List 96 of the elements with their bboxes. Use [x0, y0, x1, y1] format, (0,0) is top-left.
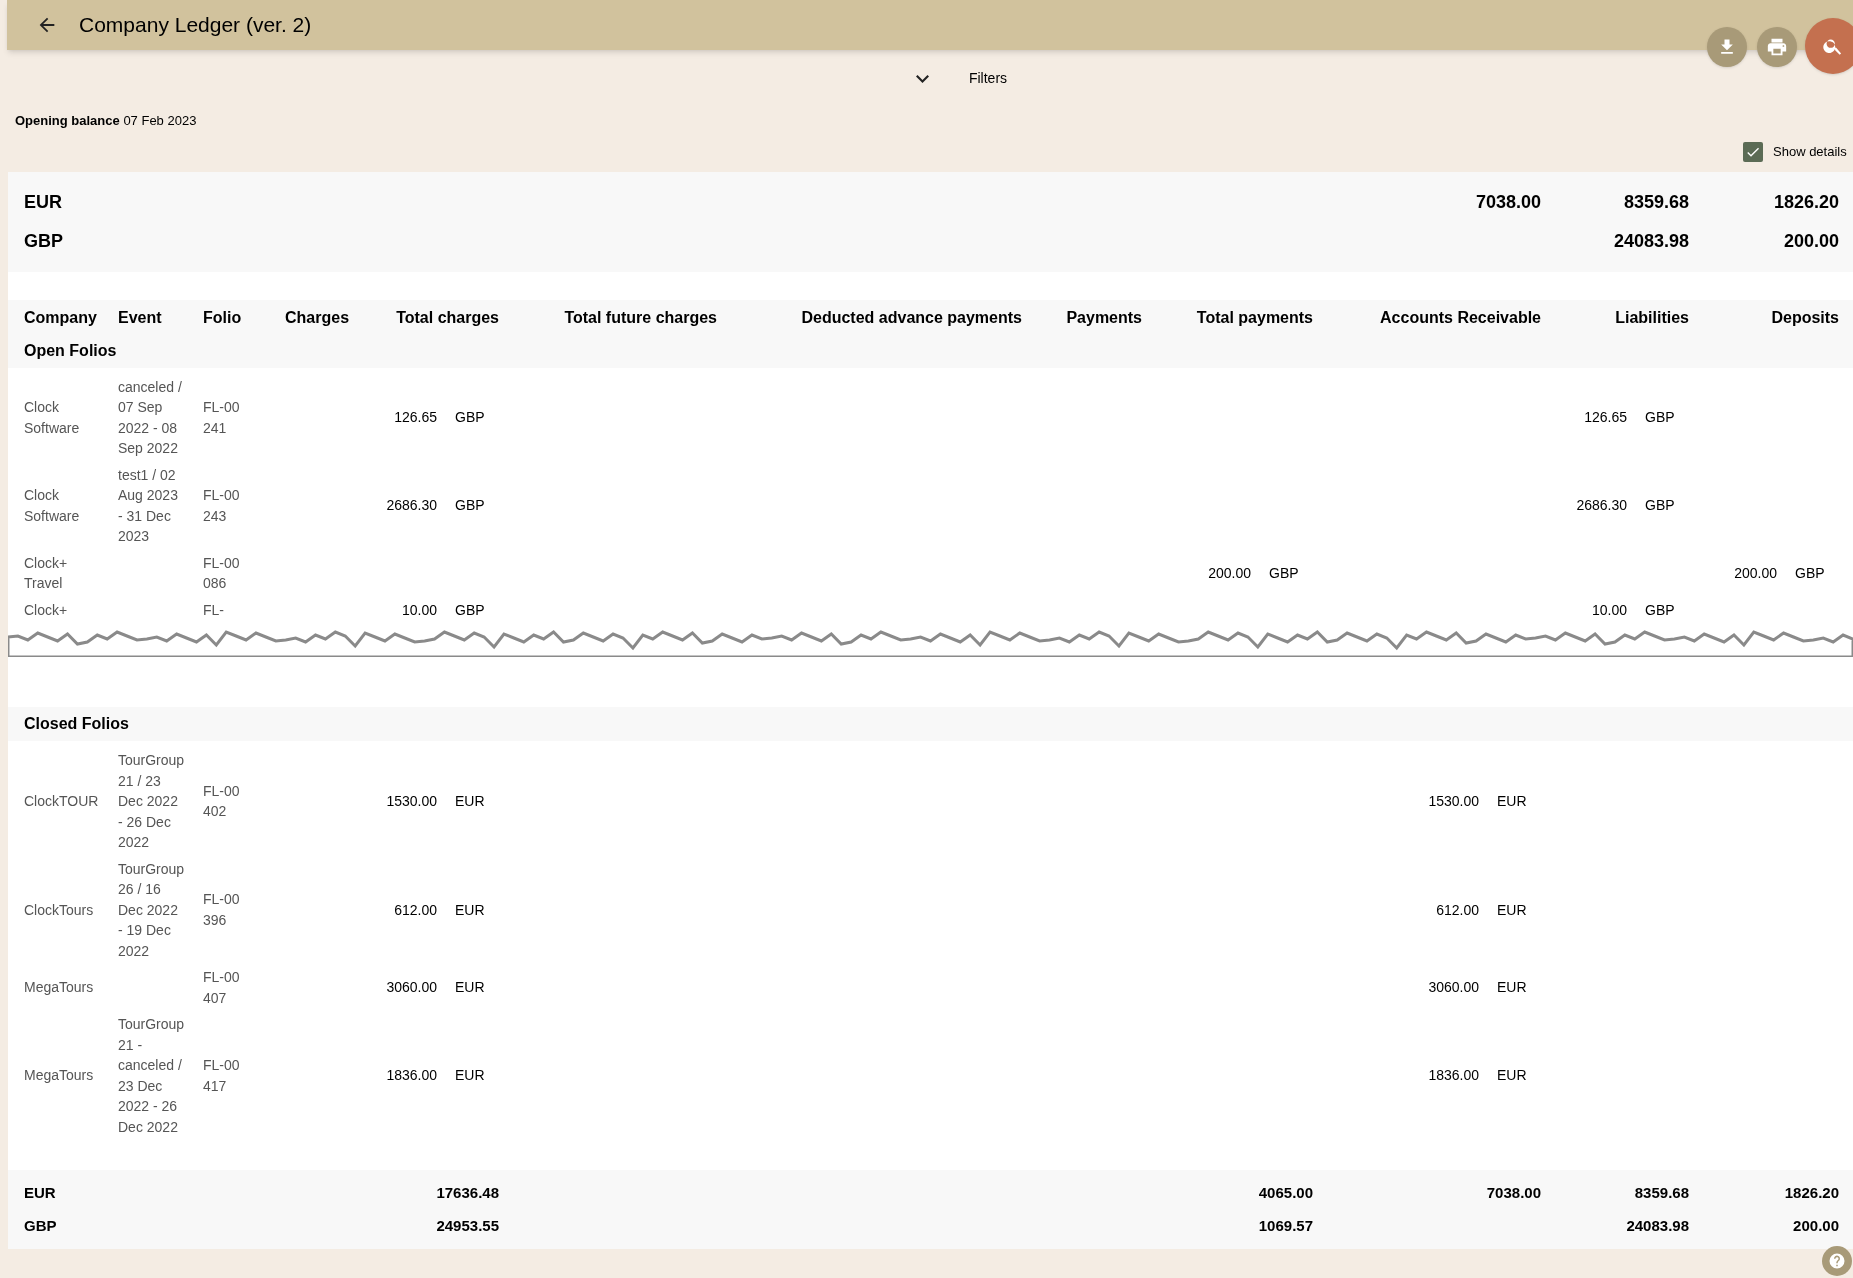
event-cell-text: TourGroup 21 / 23 Dec 2022 - 26 Dec 2022: [118, 751, 182, 852]
total-amount: 7038.00: [1486, 1184, 1541, 1201]
amount-cell-text: 200.00: [1734, 563, 1777, 583]
company-cell-text: MegaTours: [24, 1066, 95, 1086]
amount-cell-text: 126.65: [394, 408, 437, 428]
total-amount: 8359.68: [1623, 191, 1689, 212]
column-header: Event: [118, 308, 162, 326]
total-amount: 17636.48: [436, 1184, 499, 1201]
amount-cell-text: 1836.00: [386, 1066, 437, 1086]
column-header: Total future charges: [564, 308, 717, 326]
download-button[interactable]: [1707, 27, 1747, 67]
currency-cell-text: GBP: [455, 408, 486, 428]
column-header: Charges: [285, 308, 350, 326]
column-header: Total charges: [396, 308, 499, 326]
folio-cell-text: FL-00417: [203, 1056, 241, 1096]
currency-cell-text: EUR: [1497, 1066, 1528, 1086]
folio-cell-text: FL-00402: [203, 781, 241, 822]
column-header: Accounts Receivable: [1380, 308, 1541, 326]
total-amount: 1826.20: [1784, 1184, 1839, 1201]
total-amount: 7038.00: [1475, 191, 1541, 212]
amount-cell-text: 3060.00: [1428, 978, 1479, 998]
amount-cell-text: 1530.00: [386, 792, 437, 811]
filters-toggle[interactable]: Filters: [915, 68, 1008, 89]
amount-cell-text: 612.00: [394, 900, 437, 920]
event-cell-text: test1 / 02 Aug 2023 - 31 Dec 2023: [118, 465, 179, 546]
currency-cell-text: EUR: [455, 978, 486, 998]
column-header: Liabilities: [1615, 308, 1689, 326]
help-icon: [1828, 1252, 1846, 1270]
total-amount: 24953.55: [436, 1216, 499, 1234]
folio-cell-text: FL-00407: [203, 968, 241, 1008]
amount-cell-text: 126.65: [1584, 408, 1627, 428]
amount-cell-text: 200.00: [1208, 563, 1251, 583]
column-header: Company: [24, 308, 97, 326]
amount-cell-text: 1836.00: [1428, 1066, 1479, 1086]
total-amount: 1826.20: [1773, 191, 1839, 212]
column-header: Folio: [203, 308, 242, 326]
currency-cell-text: EUR: [455, 900, 486, 920]
currency-label: GBP: [24, 1216, 57, 1234]
amount-cell-text: 10.00: [401, 600, 437, 620]
amount-cell-text: 2686.30: [1576, 496, 1627, 516]
column-header: Deducted advance payments: [801, 308, 1022, 326]
event-cell-text: TourGroup 21 - canceled / 23 Dec 2022 - 26 Dec 2022: [118, 1015, 182, 1137]
currency-cell-text: EUR: [1497, 792, 1528, 811]
total-amount: 24083.98: [1626, 1216, 1689, 1234]
folio-cell-text: FL-00396: [203, 890, 241, 930]
event-cell-text: canceled / 07 Sep 2022 - 08 Sep 2022: [118, 377, 182, 458]
opening-balance: Opening balance 07 Feb 2023: [15, 112, 198, 130]
print-button[interactable]: [1757, 27, 1797, 67]
company-cell-text: MegaTours: [24, 978, 95, 998]
currency-cell-text: EUR: [455, 792, 486, 811]
column-header: Total payments: [1196, 308, 1313, 326]
currency-cell-text: GBP: [455, 496, 486, 516]
company-cell-text: ClockTours: [24, 900, 95, 920]
total-amount: 200.00: [1793, 1216, 1839, 1234]
amount-cell-text: 1530.00: [1428, 792, 1479, 811]
total-amount: 4065.00: [1258, 1184, 1313, 1201]
currency-cell-text: EUR: [455, 1066, 486, 1086]
printer-icon: [1766, 36, 1788, 58]
chevron-icon: [915, 74, 929, 83]
company-cell-text: Clock+: [24, 600, 69, 620]
total-amount: 8359.68: [1634, 1184, 1689, 1201]
help-button[interactable]: [1822, 1246, 1852, 1276]
amount-cell-text: 3060.00: [386, 978, 437, 998]
folio-cell-text: FL-00243: [203, 486, 241, 526]
folio-cell-text: FL-00241: [203, 398, 241, 438]
total-amount: 1069.57: [1258, 1216, 1313, 1234]
folio-cell-text: FL-: [203, 600, 225, 620]
section-title: Closed Folios: [24, 715, 129, 732]
currency-cell-text: GBP: [1645, 408, 1676, 428]
currency-label: GBP: [24, 230, 63, 251]
page-title: Company Ledger (ver. 2): [79, 12, 312, 39]
company-cell-text: Clock Software: [24, 398, 81, 438]
column-header: Deposits: [1771, 308, 1839, 326]
currency-cell-text: GBP: [1269, 563, 1300, 583]
search-button[interactable]: [1805, 18, 1853, 74]
currency-label: EUR: [24, 191, 62, 212]
currency-label: EUR: [24, 1184, 56, 1201]
currency-cell-text: GBP: [1645, 496, 1676, 516]
currency-cell-text: GBP: [1645, 600, 1676, 620]
total-amount: 200.00: [1783, 230, 1839, 251]
currency-cell-text: GBP: [455, 600, 486, 620]
event-cell-text: TourGroup 26 / 16 Dec 2022 - 19 Dec 2022: [118, 859, 182, 961]
company-cell-text: Clock+ Travel: [24, 553, 69, 593]
amount-cell-text: 2686.30: [386, 496, 437, 516]
show-details-checkbox[interactable]: Show details: [1743, 141, 1853, 162]
currency-cell-text: GBP: [1795, 563, 1826, 583]
amount-cell-text: 612.00: [1436, 900, 1479, 920]
company-cell-text: ClockTOUR: [24, 792, 100, 811]
amount-cell-text: 10.00: [1591, 600, 1627, 620]
currency-cell-text: EUR: [1497, 978, 1528, 998]
currency-cell-text: EUR: [1497, 900, 1528, 920]
section-title: Open Folios: [24, 341, 117, 359]
folio-cell-text: FL-00086: [203, 553, 241, 593]
total-amount: 24083.98: [1613, 230, 1689, 251]
company-cell-text: Clock Software: [24, 486, 81, 526]
column-header: Payments: [1066, 308, 1142, 326]
